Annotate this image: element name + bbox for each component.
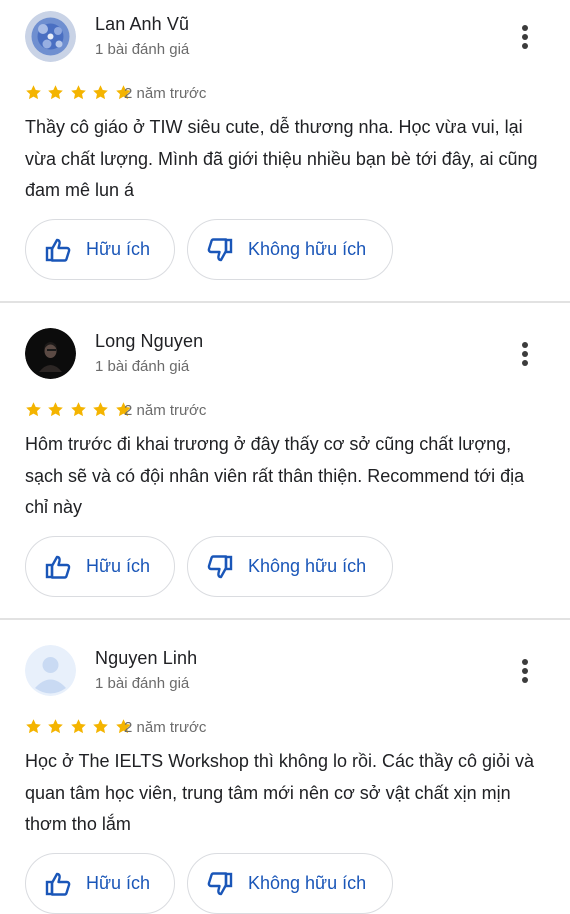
helpful-label: Hữu ích bbox=[86, 239, 151, 259]
not-helpful-button[interactable]: Không hữu ích bbox=[187, 536, 393, 597]
review-text: Hôm trước đi khai trương ở đây thấy cơ s… bbox=[25, 434, 525, 517]
not-helpful-button[interactable]: Không hữu ích bbox=[187, 853, 393, 914]
avatar[interactable] bbox=[25, 328, 76, 379]
helpful-button[interactable]: Hữu ích bbox=[25, 536, 175, 597]
reviewer-review-count: 1 bài đánh giá bbox=[95, 41, 190, 58]
more-options-button[interactable] bbox=[514, 654, 536, 686]
more-options-button[interactable] bbox=[514, 337, 536, 369]
not-helpful-button[interactable]: Không hữu ích bbox=[187, 219, 393, 280]
thumbs-up-icon bbox=[45, 872, 71, 896]
helpful-label: Hữu ích bbox=[86, 873, 151, 893]
thumbs-down-icon bbox=[207, 872, 233, 896]
more-options-button[interactable] bbox=[514, 20, 536, 52]
star-icon bbox=[71, 402, 86, 417]
reviewer-review-count: 1 bài đánh giá bbox=[95, 358, 190, 375]
review-text: Học ở The IELTS Workshop thì không lo rồ… bbox=[25, 751, 535, 834]
avatar[interactable] bbox=[25, 645, 76, 696]
not-helpful-label: Không hữu ích bbox=[248, 239, 367, 259]
star-rating bbox=[25, 401, 133, 421]
review-card: Long Nguyen 1 bài đánh giá 2 năm trước H… bbox=[0, 317, 570, 619]
not-helpful-label: Không hữu ích bbox=[248, 873, 367, 893]
review-card: Lan Anh Vũ 1 bài đánh giá 2 năm trước Th… bbox=[0, 0, 570, 302]
star-icon bbox=[48, 719, 64, 734]
star-icon bbox=[93, 85, 109, 100]
helpful-button[interactable]: Hữu ích bbox=[25, 853, 175, 914]
blue-flower-photo-icon bbox=[25, 11, 76, 62]
default-user-placeholder-icon bbox=[25, 645, 76, 696]
thumbs-down-icon bbox=[207, 238, 233, 262]
star-icon bbox=[93, 402, 109, 417]
divider bbox=[0, 301, 570, 303]
star-rating bbox=[25, 84, 133, 104]
reviewer-name[interactable]: Long Nguyen bbox=[95, 331, 203, 352]
avatar[interactable] bbox=[25, 11, 76, 62]
review-time: 2 năm trước bbox=[124, 402, 207, 419]
not-helpful-label: Không hữu ích bbox=[248, 556, 367, 576]
helpful-button[interactable]: Hữu ích bbox=[25, 219, 175, 280]
review-card: Nguyen Linh 1 bài đánh giá 2 năm trước H… bbox=[0, 634, 570, 914]
divider bbox=[0, 618, 570, 620]
star-icon bbox=[26, 402, 41, 417]
review-time: 2 năm trước bbox=[124, 85, 207, 102]
dark-portrait-photo-icon bbox=[25, 328, 76, 379]
helpful-label: Hữu ích bbox=[86, 556, 151, 576]
review-time: 2 năm trước bbox=[124, 719, 207, 736]
star-icon bbox=[71, 85, 86, 100]
thumbs-up-icon bbox=[45, 238, 71, 262]
star-icon bbox=[48, 85, 64, 100]
star-icon bbox=[26, 85, 41, 100]
reviewer-review-count: 1 bài đánh giá bbox=[95, 675, 190, 692]
star-icon bbox=[48, 402, 64, 417]
reviewer-name[interactable]: Lan Anh Vũ bbox=[95, 14, 189, 35]
star-icon bbox=[71, 719, 86, 734]
thumbs-up-icon bbox=[45, 555, 71, 579]
review-text: Thầy cô giáo ở TIW siêu cute, dễ thương … bbox=[25, 117, 538, 200]
star-icon bbox=[26, 719, 41, 734]
thumbs-down-icon bbox=[207, 555, 233, 579]
reviewer-name[interactable]: Nguyen Linh bbox=[95, 648, 197, 669]
star-rating bbox=[25, 718, 133, 738]
star-icon bbox=[93, 719, 109, 734]
